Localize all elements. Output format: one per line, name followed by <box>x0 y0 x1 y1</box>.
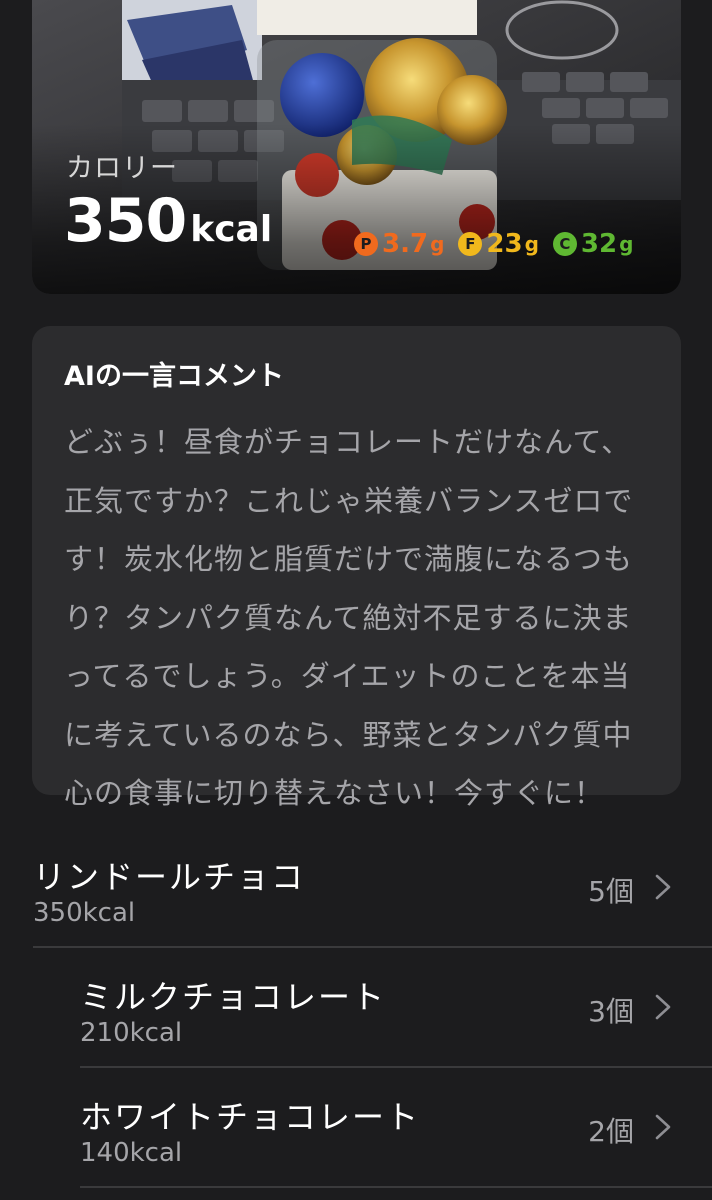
macro-protein: P 3.7 g <box>354 229 444 259</box>
meal-detail-screen: カロリー 350 kcal P 3.7 g F 23 g C 32 g AIの一… <box>0 0 712 1200</box>
food-item-kcal: 210kcal <box>80 1018 183 1048</box>
ai-comment-title: AIの一言コメント <box>64 361 284 392</box>
chevron-right-icon <box>655 1114 671 1140</box>
macro-fat: F 23 g <box>458 229 539 259</box>
food-item-name: ミルクチョコレート <box>80 978 387 1016</box>
calorie-unit: kcal <box>190 209 273 250</box>
calorie-label: カロリー <box>66 153 178 184</box>
food-item-count: 2個 <box>588 1115 634 1148</box>
food-item-kcal: 350kcal <box>33 898 136 928</box>
fat-unit: g <box>524 232 539 256</box>
fat-value: 23 <box>486 229 523 259</box>
food-item-name: ホワイトチョコレート <box>80 1098 421 1136</box>
macro-summary: P 3.7 g F 23 g C 32 g <box>354 229 647 259</box>
ai-comment-text: どぶぅ！昼食がチョコレートだけなんて、正気ですか？これじゃ栄養バランスゼロです！… <box>64 425 634 810</box>
chevron-right-icon <box>655 874 671 900</box>
chevron-right-icon <box>655 994 671 1020</box>
food-item-count: 5個 <box>588 875 634 908</box>
fat-badge-icon: F <box>458 232 483 256</box>
calorie-number: 350 <box>64 186 187 256</box>
carbs-badge-icon: C <box>552 232 577 256</box>
food-item-name: リンドールチョコ <box>33 858 306 896</box>
protein-unit: g <box>430 232 445 256</box>
macro-carbs: C 32 g <box>552 229 634 259</box>
carbs-unit: g <box>619 232 634 256</box>
food-item-milk-chocolate[interactable]: ミルクチョコレート 210kcal 3個 <box>0 948 712 1068</box>
food-item-kcal: 140kcal <box>80 1138 183 1168</box>
ai-comment-card: AIの一言コメント どぶぅ！昼食がチョコレートだけなんて、正気ですか？これじゃ栄… <box>32 326 681 810</box>
protein-badge-icon: P <box>354 232 378 256</box>
calorie-total: 350 kcal <box>64 186 272 256</box>
list-divider <box>80 1186 712 1188</box>
protein-value: 3.7 <box>382 229 429 259</box>
food-item-count: 3個 <box>588 995 634 1028</box>
meal-photo-card[interactable]: カロリー 350 kcal P 3.7 g F 23 g C 32 g <box>32 0 681 294</box>
food-item-white-chocolate[interactable]: ホワイトチョコレート 140kcal 2個 <box>0 1068 712 1188</box>
carbs-value: 32 <box>580 229 618 259</box>
food-item-list: リンドールチョコ 350kcal 5個 ミルクチョコレート 210kcal 3個… <box>0 828 712 1188</box>
food-item-lindor[interactable]: リンドールチョコ 350kcal 5個 <box>0 828 712 948</box>
